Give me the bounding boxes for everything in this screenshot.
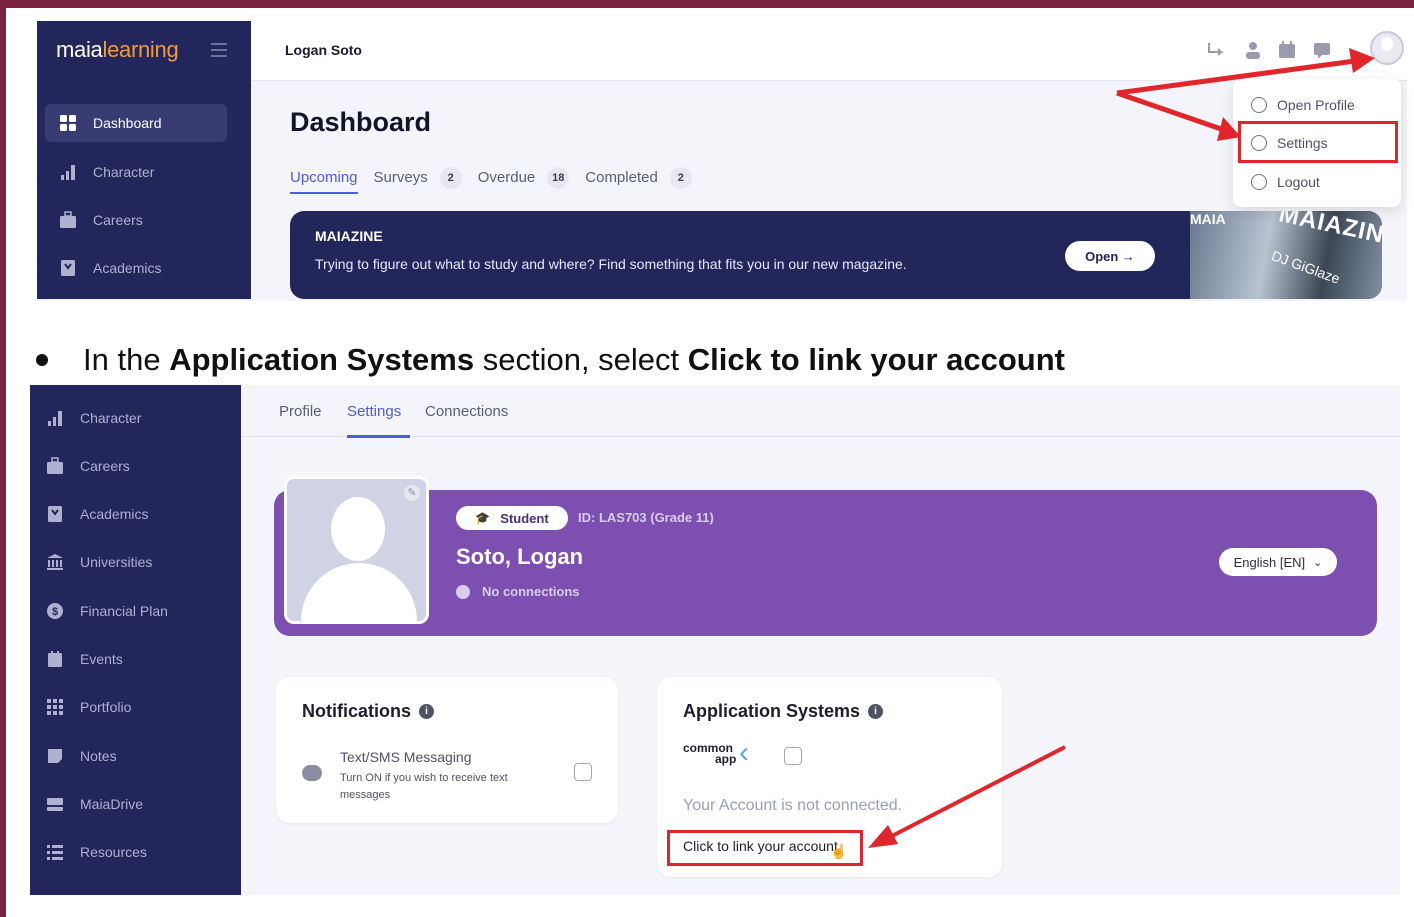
annotation-arrow [868, 745, 1066, 848]
instruction-text: In the Application Systems section, sele… [83, 342, 1065, 378]
instruction-bold-action: Click to link your account [687, 342, 1066, 377]
instruction-bold-section: Application Systems [169, 342, 475, 377]
settings-screenshot: Character Careers Academics Universities… [30, 385, 1400, 895]
annotation-arrows [1116, 48, 1375, 141]
bullet-point [36, 354, 48, 366]
dashboard-screenshot: maialearning Dashboard Character Careers… [37, 21, 1407, 301]
instruction-part: section, select [474, 342, 688, 377]
instruction-part: In the [83, 342, 170, 377]
